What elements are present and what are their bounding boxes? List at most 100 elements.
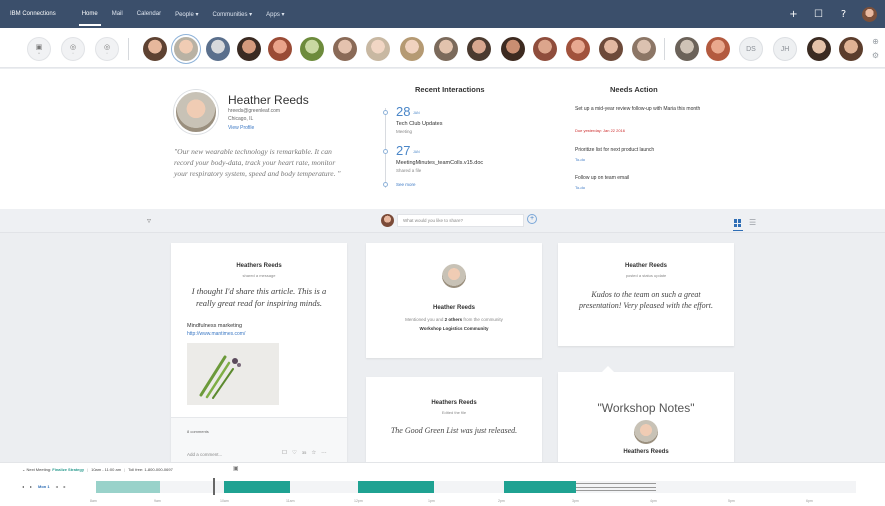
filter-icon[interactable]: ▿ <box>147 216 151 225</box>
link-thumbnail[interactable] <box>187 343 279 405</box>
time-tick: 8am <box>90 499 97 503</box>
schedule-block[interactable] <box>224 481 290 493</box>
list-view-icon[interactable]: ☰ <box>749 219 756 227</box>
time-tick: 1pm <box>428 499 435 503</box>
calendar-icon[interactable]: ▣ •• <box>27 37 51 61</box>
settings-icon[interactable]: ⚙ <box>871 51 880 60</box>
user-avatar[interactable] <box>862 7 877 22</box>
notes-title[interactable]: "Workshop Notes" <box>558 401 734 415</box>
person-avatar[interactable] <box>675 37 699 61</box>
person-avatar[interactable] <box>501 37 525 61</box>
schedule-block[interactable] <box>96 481 160 493</box>
comments-count[interactable]: 8 comments <box>187 429 209 434</box>
person-avatar[interactable] <box>807 37 831 61</box>
share-icon[interactable]: ☐ <box>282 450 287 456</box>
grid-view-underline <box>733 230 743 231</box>
brand-name[interactable]: IBM Connections <box>10 11 56 17</box>
card-avatar[interactable] <box>634 420 658 444</box>
schedule-block[interactable] <box>504 481 576 493</box>
nav-people[interactable]: People ▾ <box>175 11 198 18</box>
feed-card-message[interactable]: Heathers Reeds shared a message I though… <box>171 243 347 465</box>
grid-view-icon[interactable] <box>734 219 742 227</box>
card-author[interactable]: Heathers Reeds <box>171 263 347 269</box>
person-avatar[interactable] <box>533 37 557 61</box>
community-name[interactable]: Workshop Logistics Community <box>366 326 542 331</box>
nav-mail[interactable]: Mail <box>112 11 123 17</box>
pin-icon[interactable]: ◎ • <box>95 37 119 61</box>
person-avatar[interactable] <box>467 37 491 61</box>
needs-action-item[interactable]: Set up a mid-year review follow-up with … <box>575 105 715 113</box>
recent-interactions-title: Recent Interactions <box>415 85 485 94</box>
card-author[interactable]: Heather Reeds <box>366 305 542 311</box>
nav-calendar[interactable]: Calendar <box>137 11 161 17</box>
card-avatar[interactable] <box>442 264 466 288</box>
time-tick: 11am <box>286 499 295 503</box>
calendar-icon[interactable]: ▣ <box>233 465 239 472</box>
card-author[interactable]: Heathers Reeds <box>366 400 542 406</box>
interaction-type: Shared a file <box>396 168 422 173</box>
person-avatar[interactable] <box>706 37 730 61</box>
share-add-icon[interactable]: + <box>527 214 537 224</box>
schedule-block-tentative[interactable] <box>576 483 656 491</box>
add-person-icon[interactable]: ⊕ <box>871 37 880 46</box>
star-icon[interactable]: ☆ <box>311 450 316 456</box>
person-avatar[interactable] <box>632 37 656 61</box>
nav-home[interactable]: Home <box>78 11 101 26</box>
initials-avatar[interactable]: JH <box>773 37 797 61</box>
nav-communities[interactable]: Communities ▾ <box>212 11 252 18</box>
person-avatar[interactable] <box>143 37 167 61</box>
like-icon[interactable]: ♡ <box>292 450 297 456</box>
top-right-icons: + ☐ ? <box>787 7 877 22</box>
card-author[interactable]: Heathers Reeds <box>558 449 734 455</box>
person-avatar[interactable] <box>333 37 357 61</box>
person-avatar[interactable] <box>268 37 292 61</box>
view-profile-link[interactable]: View Profile <box>228 125 254 131</box>
see-more-link[interactable]: See more <box>396 182 416 187</box>
link-title[interactable]: Mindfulness marketing <box>187 323 242 329</box>
nav-apps[interactable]: Apps ▾ <box>266 11 284 18</box>
profile-name[interactable]: Heather Reeds <box>228 93 309 107</box>
feed-card-mention[interactable]: Heather Reeds Mentioned you and 2 others… <box>366 243 542 358</box>
feed-card-notes[interactable]: "Workshop Notes" Heathers Reeds <box>558 366 734 462</box>
person-avatar[interactable] <box>839 37 863 61</box>
profile-avatar[interactable] <box>174 90 218 134</box>
next-button[interactable]: ▸ <box>30 484 32 489</box>
help-icon[interactable]: ? <box>837 8 850 21</box>
person-avatar[interactable] <box>599 37 623 61</box>
more-icon[interactable]: ⋯ <box>321 450 327 456</box>
todo-link[interactable]: To-do <box>575 185 585 190</box>
person-avatar[interactable] <box>566 37 590 61</box>
share-input[interactable]: What would you like to share? <box>397 214 524 227</box>
needs-action-item[interactable]: Follow up on team email <box>575 174 715 182</box>
person-avatar[interactable] <box>206 37 230 61</box>
person-avatar[interactable] <box>366 37 390 61</box>
person-avatar[interactable] <box>300 37 324 61</box>
feed-card-file[interactable]: Heathers Reeds Edited the file The Good … <box>366 377 542 462</box>
interaction-month: JAN <box>413 111 420 115</box>
prev-button[interactable]: ◂ <box>22 484 24 489</box>
person-avatar[interactable] <box>400 37 424 61</box>
initials-avatar[interactable]: DS <box>739 37 763 61</box>
notifications-icon[interactable]: ☐ <box>812 8 825 21</box>
timeline-dot <box>383 149 388 154</box>
add-icon[interactable]: + <box>787 8 800 21</box>
person-avatar-selected[interactable] <box>174 37 198 61</box>
todo-link[interactable]: To-do <box>575 157 585 162</box>
meeting-title[interactable]: Finalize Strategy <box>52 467 84 472</box>
needs-action-item[interactable]: Prioritize list for next product launch <box>575 146 715 154</box>
feed-card-status[interactable]: Heather Reeds posted a status update Kud… <box>558 243 734 346</box>
bell-icon[interactable]: ◎ • <box>61 37 85 61</box>
interaction-title[interactable]: MeetingMinutes_teamColls.v15.doc <box>396 160 483 166</box>
day-selector[interactable]: Mon 1 <box>38 484 50 489</box>
prev-button[interactable]: ◂ <box>56 484 58 489</box>
card-author[interactable]: Heather Reeds <box>558 263 734 269</box>
next-button[interactable]: ▸ <box>64 484 66 489</box>
person-avatar[interactable] <box>237 37 261 61</box>
link-url[interactable]: http://www.mantimes.com/ <box>187 331 245 337</box>
person-avatar[interactable] <box>434 37 458 61</box>
schedule-block[interactable] <box>358 481 434 493</box>
profile-email[interactable]: hreeds@greenleaf.com <box>228 108 280 114</box>
interaction-title[interactable]: Tech Club Updates <box>396 121 442 127</box>
profile-location: Chicago, IL <box>228 116 254 122</box>
add-comment-input[interactable]: Add a comment... <box>187 452 222 457</box>
